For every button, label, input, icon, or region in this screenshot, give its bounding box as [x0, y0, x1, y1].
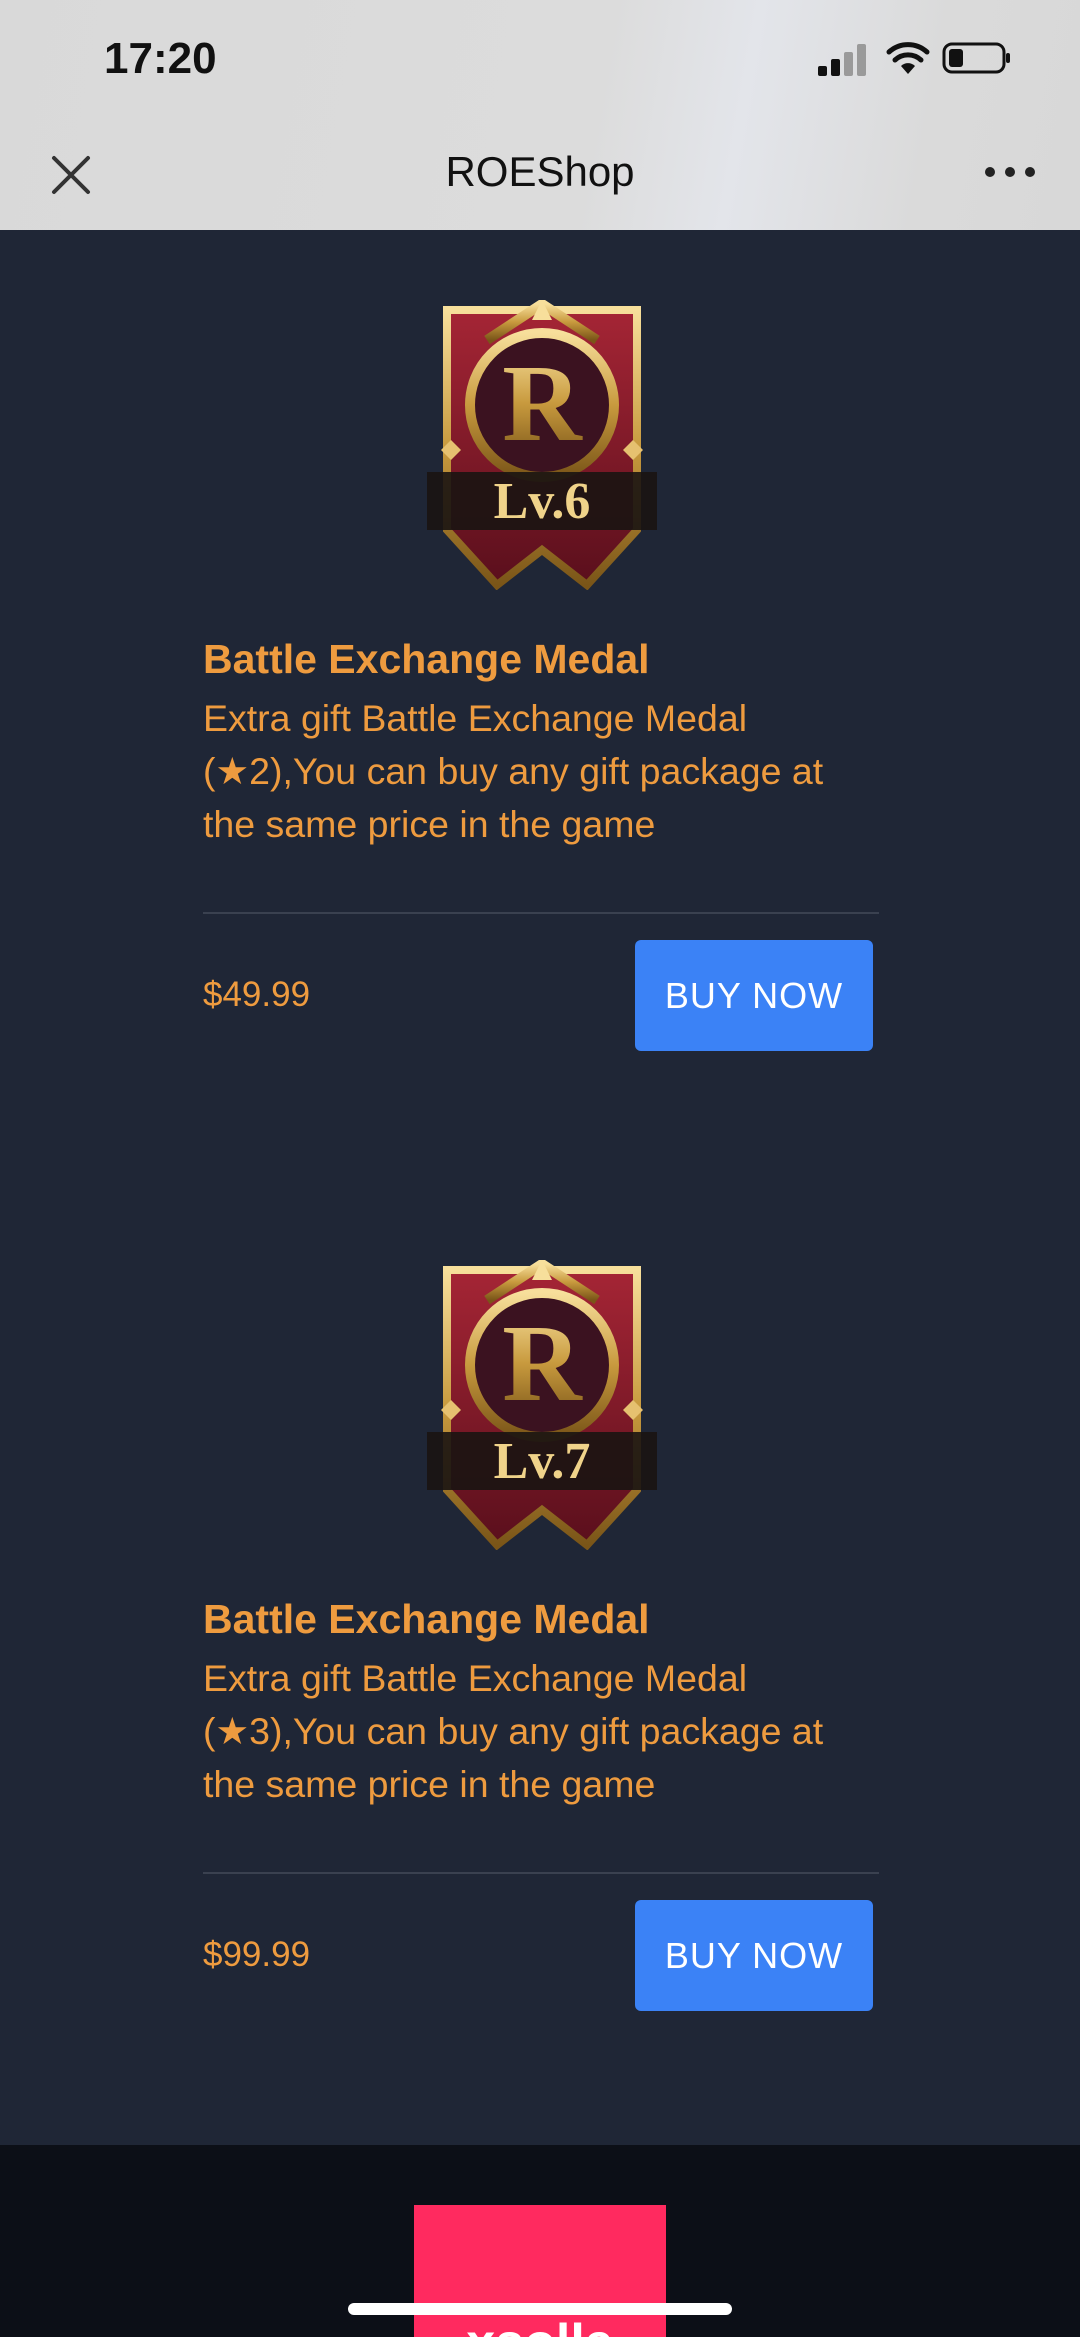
- svg-text:Lv.7: Lv.7: [494, 1433, 591, 1490]
- more-icon[interactable]: [984, 160, 1036, 184]
- cellular-signal-icon: [818, 44, 866, 76]
- product-title: Battle Exchange Medal: [203, 636, 650, 682]
- medal-lv6-icon: R Lv.6: [427, 300, 657, 590]
- product-description: Extra gift Battle Exchange Medal (★3),Yo…: [203, 1657, 824, 1805]
- buy-now-button[interactable]: BUY NOW: [635, 1900, 873, 2011]
- product-card: R Lv.7 Battle Exchange Medal Extra gift …: [203, 1260, 879, 2020]
- home-indicator: [348, 2303, 732, 2315]
- svg-text:R: R: [502, 1302, 583, 1424]
- svg-text:R: R: [502, 342, 583, 464]
- divider: [203, 1872, 879, 1874]
- product-price: $49.99: [203, 975, 311, 1014]
- page-title: ROEShop: [445, 148, 635, 195]
- svg-text:Lv.6: Lv.6: [494, 473, 591, 530]
- product-description: Extra gift Battle Exchange Medal (★2),Yo…: [203, 697, 824, 845]
- product-card: R Lv.6 Battle Exchange Medal Extra gift …: [203, 300, 879, 1060]
- header: 17:20 ROEShop: [0, 0, 1080, 230]
- divider: [203, 912, 879, 914]
- product-price: $99.99: [203, 1935, 311, 1974]
- battery-icon: [942, 42, 1010, 74]
- wifi-icon: [886, 42, 930, 74]
- xsolla-logo: xsolla: [414, 2205, 666, 2337]
- medal-lv7-icon: R Lv.7: [427, 1260, 657, 1550]
- buy-now-button[interactable]: BUY NOW: [635, 940, 873, 1051]
- status-time: 17:20: [104, 34, 217, 83]
- product-title: Battle Exchange Medal: [203, 1596, 650, 1642]
